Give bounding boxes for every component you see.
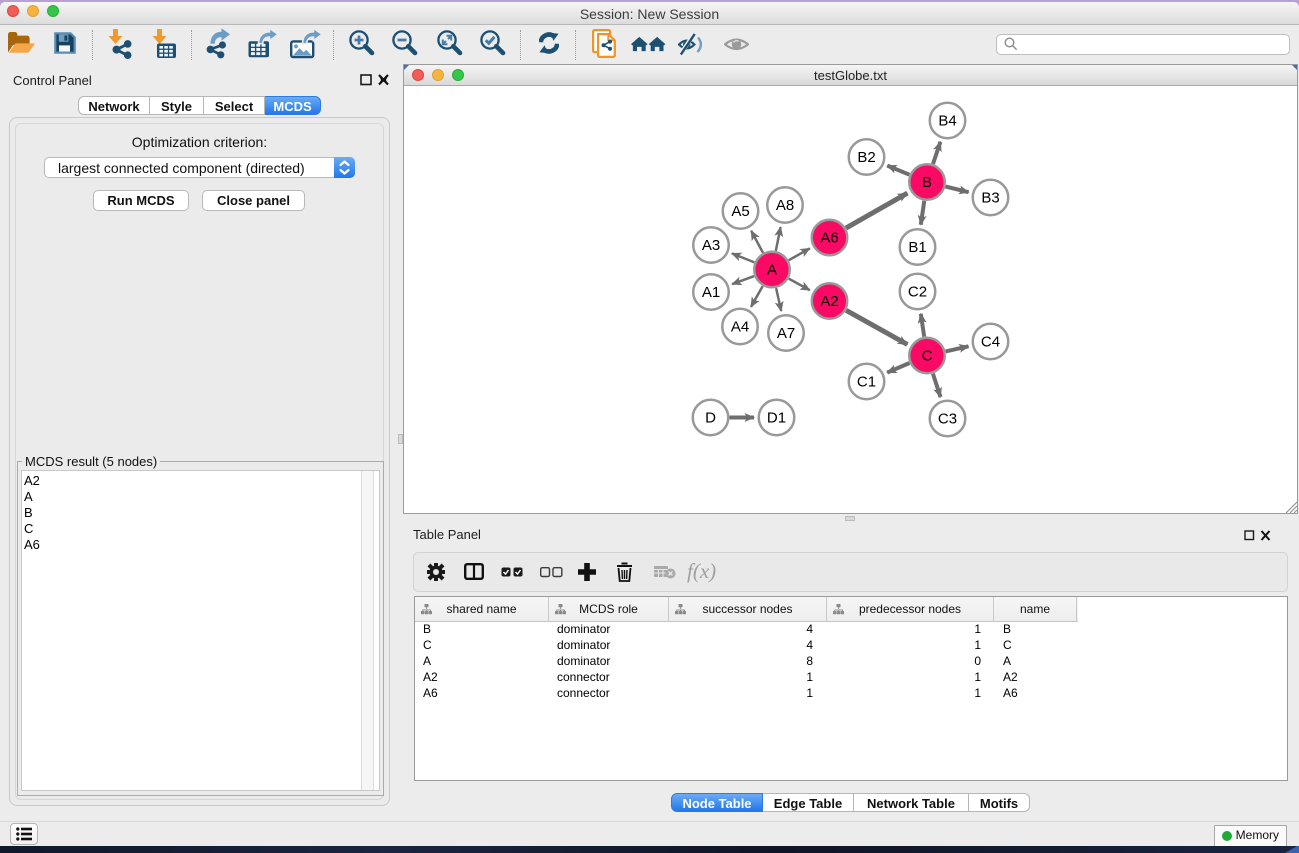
svg-text:A6: A6: [820, 230, 838, 247]
svg-text:A1: A1: [702, 284, 720, 301]
svg-text:B4: B4: [938, 113, 956, 130]
svg-text:C: C: [922, 348, 933, 365]
svg-text:B1: B1: [908, 239, 926, 256]
svg-text:A5: A5: [731, 203, 749, 220]
svg-text:A3: A3: [702, 237, 720, 254]
svg-text:B: B: [922, 174, 932, 191]
svg-text:C2: C2: [908, 284, 927, 301]
svg-text:D1: D1: [767, 410, 786, 427]
svg-text:A2: A2: [820, 293, 838, 310]
svg-text:A8: A8: [776, 197, 794, 214]
svg-text:A4: A4: [731, 319, 749, 336]
svg-text:A7: A7: [777, 325, 795, 342]
svg-text:B3: B3: [981, 190, 999, 207]
svg-text:C1: C1: [857, 374, 876, 391]
svg-text:C4: C4: [981, 334, 1000, 351]
svg-text:A: A: [767, 262, 777, 279]
svg-text:C3: C3: [938, 411, 957, 428]
svg-text:B2: B2: [857, 149, 875, 166]
svg-text:D: D: [705, 410, 716, 427]
